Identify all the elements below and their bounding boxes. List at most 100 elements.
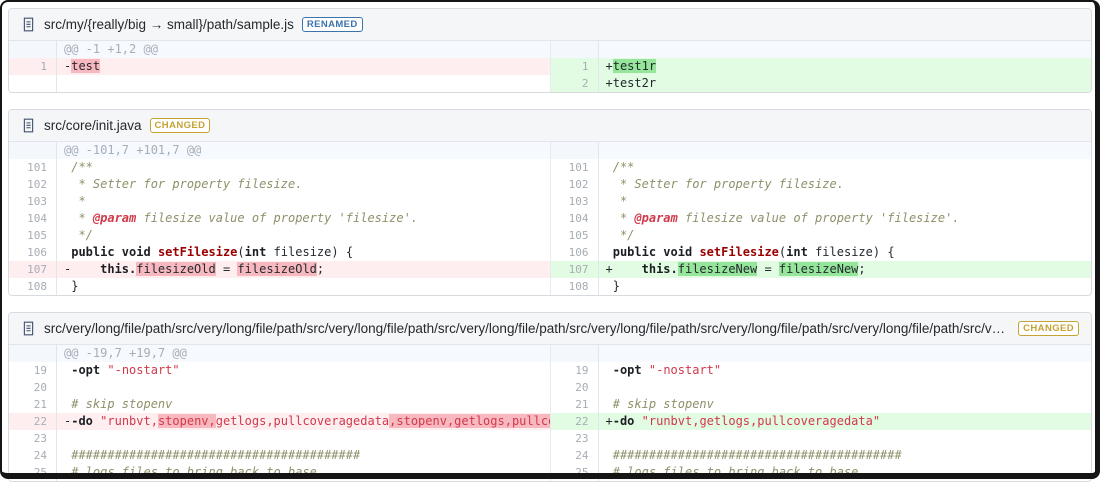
hunk-header-text: @@ -101,7 +101,7 @@	[57, 142, 550, 159]
diff-line-context: 25 # logs files to bring back to base	[550, 464, 1092, 481]
code-text: +test2r	[598, 75, 1091, 92]
code-text: * Setter for property filesize.	[64, 177, 303, 191]
diff-line-context: 21 # skip stopenv	[550, 396, 1092, 413]
hunk-header-row	[550, 345, 1091, 362]
document-icon	[21, 321, 36, 336]
diff-filler-row	[9, 75, 550, 92]
code-text: ########################################	[64, 448, 361, 462]
diff-line-removed: 1 -test	[9, 58, 550, 75]
hunk-header-row: @@ -101,7 +101,7 @@	[9, 142, 550, 159]
code-text: public void setFilesize(int filesize) {	[612, 245, 895, 259]
code-text: -opt "-nostart"	[612, 363, 722, 377]
code-text: }	[605, 279, 620, 293]
diff-pane-new: 101 /** 102 * Setter for property filesiz…	[549, 142, 1092, 295]
file-diff-card-init-java: src/core/init.java CHANGED @@ -101,7 +10…	[8, 109, 1092, 296]
code-text: # logs files to bring back to base	[64, 465, 317, 479]
diff-line-context: 101 /**	[9, 159, 550, 176]
diff-line-added: 1 +test1r	[550, 58, 1091, 75]
code-text: /**	[64, 160, 93, 174]
code-text: # skip stopenv	[605, 397, 714, 411]
diff-pane-old: @@ -101,7 +101,7 @@ 101 /** 102 * Setter f…	[9, 142, 550, 295]
hunk-header-row: @@ -19,7 +19,7 @@	[9, 345, 550, 362]
file-diff-card-sample-js: src/my/{really/big → small}/path/sample.…	[8, 8, 1092, 93]
diff-viewer: src/my/{really/big → small}/path/sample.…	[0, 0, 1100, 482]
line-number: 25	[9, 464, 57, 481]
code-text: */	[64, 228, 93, 242]
file-diff-card-long-path: src/very/long/file/path/src/very/long/fi…	[8, 312, 1092, 482]
diff-line-context: 104 * @param filesize value of property …	[9, 210, 550, 227]
line-number: 107	[9, 261, 57, 278]
line-number: 22	[550, 413, 599, 430]
status-badge-renamed: RENAMED	[301, 17, 363, 32]
diff-line-context: 105 */	[550, 227, 1092, 244]
file-path: src/very/long/file/path/src/very/long/fi…	[44, 321, 1011, 336]
code-text: */	[605, 228, 635, 242]
line-number	[550, 345, 599, 362]
line-number: 102	[9, 176, 57, 193]
file-path: src/my/{really/big → small}/path/sample.…	[44, 17, 294, 32]
hunk-header-text: @@ -1 +1,2 @@	[57, 41, 550, 58]
line-number: 21	[550, 396, 599, 413]
file-header[interactable]: src/core/init.java CHANGED	[9, 110, 1091, 142]
code-text: * @param filesize value of property 'fil…	[605, 211, 960, 225]
diff-line-added: 22 +-do "runbvt,getlogs,pullcoveragedata"	[550, 413, 1091, 430]
line-number: 105	[9, 227, 57, 244]
line-number: 108	[550, 278, 599, 295]
diff-line-context: 21 # skip stopenv	[9, 396, 550, 413]
diff-line-context: 105 */	[9, 227, 550, 244]
diff-line-context: 106 public void setFilesize(int filesize…	[550, 244, 1092, 261]
line-number: 21	[9, 396, 57, 413]
side-by-side-diff: @@ -101,7 +101,7 @@ 101 /** 102 * Setter f…	[9, 142, 1091, 295]
line-number: 20	[9, 379, 57, 396]
status-badge-changed: CHANGED	[1018, 321, 1079, 336]
line-number: 103	[9, 193, 57, 210]
code-text: -test	[57, 58, 550, 75]
status-badge-changed: CHANGED	[149, 118, 211, 133]
diff-line-context: 20	[550, 379, 1092, 396]
diff-pane-new: 1 +test1r 2 +test2r	[549, 41, 1091, 92]
side-by-side-diff: @@ -1 +1,2 @@ 1 -test 1 +test1r 2 +test2r	[9, 41, 1091, 92]
code-text: *	[605, 194, 628, 208]
line-number: 101	[9, 159, 57, 176]
diff-line-context: 24 #####################################…	[550, 447, 1092, 464]
hunk-header-row	[550, 41, 1091, 58]
document-icon	[21, 17, 36, 32]
hunk-header-text: @@ -19,7 +19,7 @@	[57, 345, 550, 362]
line-number: 19	[9, 362, 57, 379]
file-header[interactable]: src/my/{really/big → small}/path/sample.…	[9, 9, 1091, 41]
diff-line-context: 23	[9, 430, 550, 447]
hunk-header-row: @@ -1 +1,2 @@	[9, 41, 550, 58]
line-number: 103	[550, 193, 599, 210]
line-number: 106	[9, 244, 57, 261]
diff-line-context: 103 *	[550, 193, 1092, 210]
line-number	[9, 345, 57, 362]
line-number	[9, 142, 57, 159]
diff-line-context: 108 }	[550, 278, 1092, 295]
line-number: 104	[9, 210, 57, 227]
diff-line-context: 20	[9, 379, 550, 396]
code-text: -opt "-nostart"	[71, 363, 180, 377]
diff-pane-new: 19 -opt "-nostart" 20 21 # skip stopenv 22 +…	[549, 345, 1092, 481]
diff-line-context: 24 #####################################…	[9, 447, 550, 464]
line-number: 2	[550, 75, 599, 92]
line-number	[550, 41, 599, 58]
file-path: src/core/init.java	[44, 118, 142, 133]
line-number: 108	[9, 278, 57, 295]
line-number: 107	[550, 261, 599, 278]
code-text: + this.filesizeNew = filesizeNew;	[598, 261, 1091, 278]
hunk-header-text	[598, 142, 1091, 159]
line-number: 20	[550, 379, 599, 396]
diff-line-context: 106 public void setFilesize(int filesize…	[9, 244, 550, 261]
code-text: /**	[605, 160, 635, 174]
diff-line-context: 19 -opt "-nostart"	[550, 362, 1092, 379]
file-header[interactable]: src/very/long/file/path/src/very/long/fi…	[9, 313, 1091, 345]
line-number	[550, 142, 599, 159]
diff-line-context: 23	[550, 430, 1092, 447]
diff-line-removed: 22 --do "runbvt,stopenv,getlogs,pullcover…	[9, 413, 550, 430]
diff-line-context: 104 * @param filesize value of property …	[550, 210, 1092, 227]
line-number: 1	[9, 58, 57, 75]
